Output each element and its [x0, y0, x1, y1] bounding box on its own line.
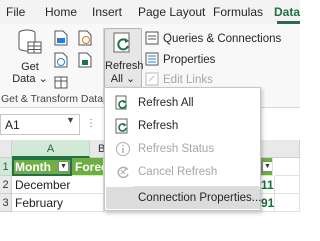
cell-header-fragment[interactable]: ▼ — [261, 158, 273, 176]
info-icon — [116, 142, 130, 156]
row-header-1[interactable]: 1 — [0, 158, 12, 176]
tab-formulas[interactable]: Formulas — [213, 5, 263, 19]
edit-links-label: Edit Links — [163, 74, 213, 86]
text-csv-icon[interactable] — [54, 30, 68, 46]
empty-cell[interactable] — [275, 158, 300, 176]
menu-item-refresh-all[interactable]: Refresh All — [106, 92, 260, 114]
tab-home[interactable]: Home — [45, 5, 77, 19]
refresh-all-icon — [115, 95, 127, 110]
ribbon-tab-bar: File Home Insert Page Layout Formulas Da… — [0, 0, 300, 24]
from-table-icon[interactable] — [54, 74, 68, 90]
edit-links-button[interactable]: Edit Links — [145, 72, 213, 86]
menu-item-label: Refresh — [138, 120, 179, 132]
refresh-all-button[interactable]: Refresh All ⌄ — [104, 28, 144, 88]
cell-a2[interactable]: December — [12, 176, 104, 194]
menu-item-label: Refresh All — [138, 97, 194, 109]
tab-insert[interactable]: Insert — [92, 5, 122, 19]
queries-connections-label: Queries & Connections — [163, 33, 282, 45]
group-label-get-transform: Get & Transform Data — [0, 93, 104, 105]
chevron-down-icon: ⌄ — [38, 73, 48, 85]
refresh-all-label-line2: All — [110, 73, 123, 85]
refresh-all-label-line1: Refresh — [105, 60, 144, 72]
menu-item-refresh-status[interactable]: Refresh Status — [106, 138, 260, 160]
properties-icon — [145, 52, 159, 66]
row-header-2[interactable]: 2 — [0, 176, 12, 194]
refresh-icon — [115, 118, 128, 134]
existing-connections-icon[interactable] — [78, 52, 92, 68]
tab-data[interactable]: Data — [274, 5, 300, 19]
menu-item-label: Connection Properties... — [138, 192, 262, 204]
chevron-down-icon: ⌄ — [126, 73, 136, 85]
queries-connections-icon — [145, 31, 159, 45]
tab-file[interactable]: File — [6, 5, 25, 19]
cell-a1-text: Month — [15, 160, 51, 174]
empty-cell[interactable] — [275, 194, 300, 212]
menu-item-connection-properties[interactable]: Connection Properties... — [106, 187, 262, 209]
cell-value-fragment-row3[interactable]: 91 — [261, 194, 275, 212]
filter-dropdown-icon[interactable]: ▼ — [262, 161, 272, 172]
more-options-icon: ⋮ — [86, 118, 96, 129]
refresh-icon — [113, 32, 130, 53]
cancel-refresh-icon — [117, 166, 129, 179]
empty-cell[interactable] — [275, 176, 300, 194]
select-all-corner[interactable] — [0, 140, 12, 158]
cell-b1[interactable]: Foreca — [72, 158, 104, 176]
refresh-dropdown-menu: Refresh All Refresh Refresh Status Cance… — [104, 87, 261, 211]
get-data-label-line1: Get — [21, 61, 39, 73]
properties-button[interactable]: Properties — [145, 52, 215, 66]
cell-a3[interactable]: February — [12, 194, 104, 212]
menu-item-label: Cancel Refresh — [138, 166, 218, 178]
get-data-label-line2: Data — [12, 73, 36, 85]
chevron-down-icon[interactable]: ▼ — [66, 115, 75, 125]
menu-item-cancel-refresh[interactable]: Cancel Refresh — [106, 161, 260, 183]
from-web-icon[interactable] — [54, 52, 68, 68]
recent-sources-icon[interactable] — [78, 30, 92, 46]
edit-links-icon — [145, 72, 159, 86]
filter-dropdown-icon[interactable]: ▼ — [58, 161, 69, 172]
properties-label: Properties — [163, 54, 216, 66]
column-header-a[interactable]: A — [12, 140, 90, 158]
tab-page-layout[interactable]: Page Layout — [138, 5, 205, 19]
queries-connections-button[interactable]: Queries & Connections — [145, 31, 281, 45]
get-data-button[interactable]: Get Data ⌄ — [12, 28, 48, 85]
cell-value-fragment-row2[interactable]: 11 — [261, 176, 275, 194]
menu-item-label: Refresh Status — [138, 143, 215, 155]
row-header-3[interactable]: 3 — [0, 194, 12, 212]
database-table-icon — [18, 29, 42, 54]
menu-item-refresh[interactable]: Refresh — [106, 115, 260, 137]
